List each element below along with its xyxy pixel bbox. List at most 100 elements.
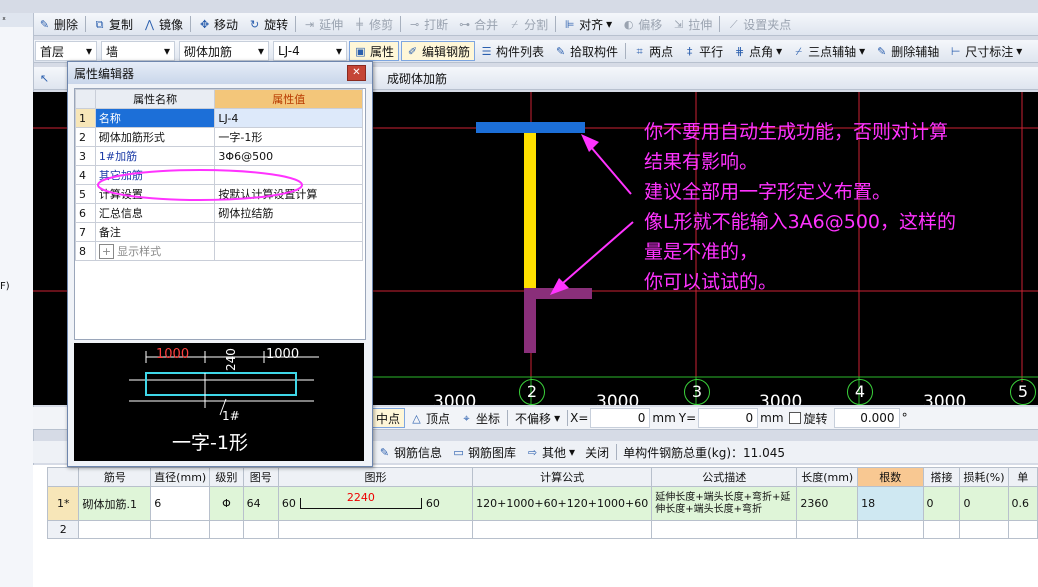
trim-button[interactable]: ╪ 修剪 [348,14,398,34]
column-header[interactable]: 根数 [857,467,924,487]
rotate-input[interactable]: 0.000 [833,408,900,428]
rotate-button[interactable]: ↻ 旋转 [243,14,293,34]
element-select[interactable]: LJ-4 ▾ [273,41,347,61]
axis-marker[interactable]: 2 [519,379,545,405]
row-number[interactable]: 1* [46,486,80,521]
property-value[interactable]: 一字-1形 [214,127,363,147]
expand-icon[interactable]: + [98,244,115,259]
property-name-expandable[interactable]: + 显示样式 [94,241,216,261]
cell-diameter[interactable]: 6 [150,486,211,521]
table-row[interactable]: 2 [46,520,1038,539]
cell-shape[interactable]: 60 2240 60 [277,486,474,521]
other-button[interactable]: ⇨ 其他 ▾ [521,442,580,462]
property-row[interactable]: 1 名称 LJ-4 [75,108,363,128]
column-header[interactable]: 筋号 [78,467,152,487]
empty-cell[interactable] [277,520,474,539]
merge-button[interactable]: ⊶ 合并 [453,14,503,34]
category-select[interactable]: 砌体加筋 ▾ [179,41,269,61]
copy-button[interactable]: ⧉ 复制 [88,14,138,34]
generate-masonry-rebar-button[interactable]: 成砌体加筋 [382,68,452,88]
cell-count[interactable]: 18 [857,486,924,521]
empty-cell[interactable] [209,520,244,539]
three-point-axis-button[interactable]: ⌿ 三点辅轴 ▾ [787,41,870,61]
rebar-top-blue[interactable] [476,122,585,133]
cell-grade[interactable]: Φ [209,486,244,521]
column-header[interactable]: 搭接 [922,467,961,487]
delete-axis-button[interactable]: ✎ 删除辅轴 [870,41,944,61]
empty-cell[interactable] [1007,520,1038,539]
axis-marker[interactable]: 4 [847,379,873,405]
column-header[interactable]: 计算公式 [472,467,653,487]
empty-cell[interactable] [857,520,924,539]
rotate-checkbox[interactable] [788,412,801,424]
edit-rebar-button[interactable]: ✐ 编辑钢筋 [401,41,476,61]
empty-cell[interactable] [472,520,653,539]
delete-button[interactable]: ✎ 删除 [33,14,83,34]
property-editor-titlebar[interactable]: 属性编辑器 ✕ [68,62,372,84]
break-button[interactable]: ⊸ 打断 [403,14,453,34]
row-number[interactable]: 2 [46,520,80,539]
property-row[interactable]: 2 砌体加筋形式 一字-1形 [75,127,363,147]
extend-button[interactable]: ⇥ 延伸 [298,14,348,34]
point-angle-button[interactable]: ⋕ 点角 ▾ [728,41,787,61]
column-header[interactable]: 单 [1007,467,1038,487]
midpoint-toggle[interactable]: 中点 [371,408,406,428]
type-select[interactable]: 墙 ▾ [101,41,175,61]
wall-yellow[interactable] [524,133,536,288]
empty-cell[interactable] [922,520,961,539]
property-value[interactable] [214,222,363,242]
empty-cell[interactable] [78,520,152,539]
dimension-button[interactable]: ⊢ 尺寸标注 ▾ [944,41,1027,61]
column-header[interactable]: 公式描述 [651,467,798,487]
axis-marker[interactable]: 3 [684,379,710,405]
column-header[interactable]: 级别 [209,467,244,487]
empty-cell[interactable] [242,520,279,539]
floor-select[interactable]: 首层 ▾ [35,41,97,61]
axis-marker[interactable]: 5 [1010,379,1036,405]
offset-mode-select[interactable]: 不偏移 ▾ [510,408,565,428]
two-point-button[interactable]: ⌗ 两点 [628,41,678,61]
column-header[interactable]: 长度(mm) [796,467,859,487]
empty-cell[interactable] [796,520,859,539]
property-row[interactable]: 3 1#加筋 3Φ6@500 [75,146,363,166]
column-header[interactable]: 图形 [277,467,474,487]
empty-cell[interactable] [150,520,211,539]
cell-lap[interactable]: 0 [922,486,961,521]
align-button[interactable]: ⊫ 对齐 ▾ [558,14,617,34]
set-grip-button[interactable]: ⟋ 设置夹点 [722,14,796,34]
property-value[interactable] [214,241,363,261]
empty-cell[interactable] [651,520,798,539]
close-button[interactable]: ✕ [347,65,366,81]
move-button[interactable]: ✥ 移动 [193,14,243,34]
select-button[interactable]: ↖ [33,68,56,88]
mirror-button[interactable]: ⋀ 镜像 [138,14,188,34]
cell-unit[interactable]: 0.6 [1007,486,1038,521]
attribute-button[interactable]: ▣ 属性 [349,41,400,61]
column-header[interactable]: 图号 [242,467,279,487]
column-header[interactable]: 损耗(%) [959,467,1009,487]
parallel-button[interactable]: ‡ 平行 [678,41,728,61]
element-list-button[interactable]: ☰ 构件列表 [475,41,549,61]
coord-toggle[interactable]: ⌖ 坐标 [455,408,505,428]
stretch-button[interactable]: ⇲ 拉伸 [667,14,717,34]
cell-length[interactable]: 2360 [796,486,859,521]
property-value[interactable]: 3Φ6@500 [214,146,363,166]
property-editor-window[interactable]: 属性编辑器 ✕ 属性名称 属性值 1 名称 LJ-4 2 砌体加筋形式 一字-1… [67,61,373,467]
cell-description[interactable]: 延伸长度+端头长度+弯折+延伸长度+端头长度+弯折 [651,486,798,521]
property-value[interactable]: LJ-4 [214,108,363,128]
pick-element-button[interactable]: ✎ 拾取构件 [549,41,623,61]
vertex-toggle[interactable]: △ 顶点 [405,408,455,428]
close-rebar-button[interactable]: 关闭 [580,442,614,462]
cell-figure[interactable]: 64 [242,486,279,521]
property-row[interactable]: 8 + 显示样式 [75,241,363,261]
cell-name[interactable]: 砌体加筋.1 [78,486,152,521]
rebar-info-button[interactable]: ✎ 钢筋信息 [373,442,447,462]
y-input[interactable]: 0 [698,408,759,428]
property-row[interactable]: 7 备注 [75,222,363,242]
empty-cell[interactable] [959,520,1009,539]
x-input[interactable]: 0 [590,408,651,428]
cell-formula[interactable]: 120+1000+60+120+1000+60 [472,486,653,521]
property-value[interactable]: 砌体拉结筋 [214,203,363,223]
split-button[interactable]: ⌿ 分割 [503,14,553,34]
column-header[interactable]: 直径(mm) [150,467,211,487]
